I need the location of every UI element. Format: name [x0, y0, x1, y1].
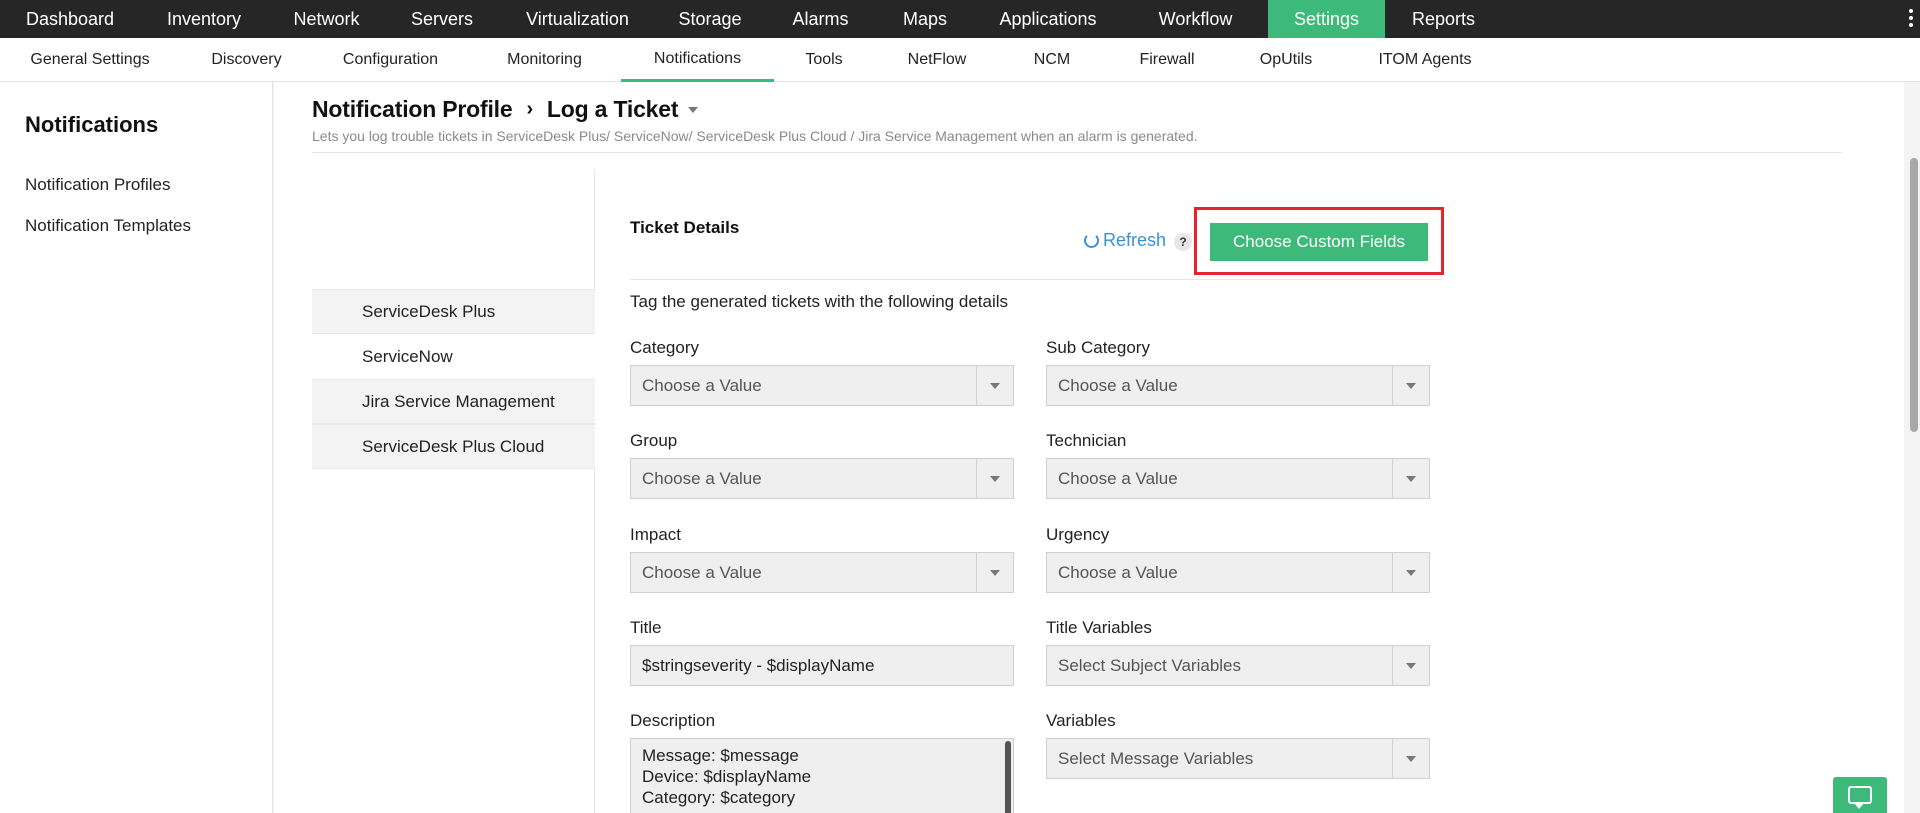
sub-nav-item-notifications[interactable]: Notifications [621, 38, 774, 82]
top-nav-item-settings[interactable]: Settings [1268, 0, 1385, 38]
title-label: Title [630, 618, 662, 637]
technician-label: Technician [1046, 431, 1127, 450]
title-variables-select[interactable]: Select Subject Variables [1046, 645, 1430, 686]
chat-button[interactable] [1833, 777, 1887, 813]
chevron-down-icon[interactable] [1392, 553, 1429, 592]
technician-value: Choose a Value [1058, 468, 1178, 488]
sidebar-link-notification-templates[interactable]: Notification Templates [25, 216, 191, 236]
group-label: Group [630, 431, 678, 450]
sub-nav-item-configuration[interactable]: Configuration [313, 38, 468, 82]
urgency-select[interactable]: Choose a Value [1046, 552, 1430, 593]
variables-select[interactable]: Select Message Variables [1046, 738, 1430, 779]
technician-select[interactable]: Choose a Value [1046, 458, 1430, 499]
category-label: Category [630, 338, 699, 357]
tab-jira-service-management[interactable]: Jira Service Management [312, 379, 595, 424]
impact-select[interactable]: Choose a Value [630, 552, 1014, 593]
caret-down-icon[interactable] [688, 106, 699, 113]
sub-category-value: Choose a Value [1058, 375, 1178, 395]
top-nav-item-applications[interactable]: Applications [973, 0, 1123, 38]
sub-nav-item-oputils[interactable]: OpUtils [1230, 38, 1342, 82]
variables-label: Variables [1046, 711, 1116, 730]
sub-nav-item-netflow[interactable]: NetFlow [874, 38, 1000, 82]
chevron-down-icon[interactable] [976, 366, 1013, 405]
impact-label: Impact [630, 525, 682, 544]
description-line: Device: $displayName [642, 767, 812, 786]
main-content: Notification Profile › Log a Ticket Lets… [274, 82, 1904, 813]
chevron-down-icon[interactable] [976, 459, 1013, 498]
textarea-scrollbar[interactable] [1005, 741, 1011, 813]
tagline: Tag the generated tickets with the follo… [630, 292, 1009, 311]
more-options-icon[interactable] [1906, 4, 1916, 32]
section-divider [630, 279, 1442, 280]
chevron-right-icon: › [526, 98, 533, 120]
chat-icon [1848, 786, 1872, 809]
sidebar-title: Notifications [25, 112, 159, 137]
top-nav-item-network[interactable]: Network [268, 0, 385, 38]
top-nav-item-inventory[interactable]: Inventory [140, 0, 268, 38]
sub-nav-item-firewall[interactable]: Firewall [1104, 38, 1230, 82]
sub-nav-item-tools[interactable]: Tools [774, 38, 874, 82]
sidebar-link-notification-profiles[interactable]: Notification Profiles [25, 175, 171, 195]
chevron-down-icon[interactable] [1392, 459, 1429, 498]
breadcrumb-current[interactable]: Log a Ticket [547, 96, 679, 123]
group-value: Choose a Value [642, 468, 762, 488]
chevron-down-icon[interactable] [1392, 739, 1429, 778]
category-value: Choose a Value [642, 375, 762, 395]
variables-value: Select Message Variables [1058, 748, 1254, 768]
chevron-down-icon[interactable] [1392, 646, 1429, 685]
refresh-button[interactable]: Refresh [1084, 230, 1166, 251]
sub-category-select[interactable]: Choose a Value [1046, 365, 1430, 406]
ticket-details-title: Ticket Details [630, 218, 740, 237]
help-icon[interactable]: ? [1174, 233, 1192, 251]
urgency-label: Urgency [1046, 525, 1110, 544]
top-nav-item-storage[interactable]: Storage [656, 0, 764, 38]
top-nav-item-servers[interactable]: Servers [385, 0, 499, 38]
impact-value: Choose a Value [642, 562, 762, 582]
page-subtitle: Lets you log trouble tickets in ServiceD… [312, 128, 1198, 144]
urgency-value: Choose a Value [1058, 562, 1178, 582]
title-variables-value: Select Subject Variables [1058, 655, 1242, 675]
top-nav-item-alarms[interactable]: Alarms [764, 0, 877, 38]
sub-nav-item-monitoring[interactable]: Monitoring [468, 38, 621, 82]
sub-nav-item-discovery[interactable]: Discovery [180, 38, 313, 82]
description-label: Description [630, 711, 716, 730]
refresh-icon [1084, 233, 1099, 248]
sub-nav-item-ncm[interactable]: NCM [1000, 38, 1104, 82]
choose-custom-fields-button[interactable]: Choose Custom Fields [1210, 223, 1428, 261]
top-nav-item-reports[interactable]: Reports [1385, 0, 1502, 38]
description-textarea[interactable]: Message: $message Device: $displayName C… [630, 738, 1014, 813]
category-select[interactable]: Choose a Value [630, 365, 1014, 406]
description-line: Category: $category [642, 788, 796, 807]
top-nav-item-maps[interactable]: Maps [877, 0, 973, 38]
top-nav-item-dashboard[interactable]: Dashboard [0, 0, 140, 38]
page-scrollbar[interactable] [1910, 158, 1918, 432]
sub-nav-item-general-settings[interactable]: General Settings [0, 38, 180, 82]
left-sidebar: Notifications Notification Profiles Noti… [0, 82, 273, 813]
header-divider [312, 152, 1842, 153]
tab-servicedesk-plus-cloud[interactable]: ServiceDesk Plus Cloud [312, 424, 595, 469]
chevron-down-icon[interactable] [976, 553, 1013, 592]
chevron-down-icon[interactable] [1392, 366, 1429, 405]
tab-servicedesk-plus[interactable]: ServiceDesk Plus [312, 289, 595, 334]
title-input[interactable]: $stringseverity - $displayName [630, 645, 1014, 686]
breadcrumb: Notification Profile › Log a Ticket [312, 96, 699, 123]
sub-category-label: Sub Category [1046, 338, 1150, 357]
top-nav-item-virtualization[interactable]: Virtualization [499, 0, 656, 38]
sub-nav: General Settings Discovery Configuration… [0, 38, 1920, 82]
sub-nav-item-itom-agents[interactable]: ITOM Agents [1342, 38, 1508, 82]
ticket-system-tabs: ServiceDesk Plus ServiceNow Jira Service… [312, 170, 595, 813]
refresh-label: Refresh [1103, 230, 1167, 250]
title-variables-label: Title Variables [1046, 618, 1152, 637]
top-nav-item-workflow[interactable]: Workflow [1123, 0, 1268, 38]
breadcrumb-root[interactable]: Notification Profile [312, 96, 513, 123]
tab-servicenow[interactable]: ServiceNow [312, 334, 595, 379]
description-line: Message: $message [642, 746, 799, 765]
group-select[interactable]: Choose a Value [630, 458, 1014, 499]
top-nav: Dashboard Inventory Network Servers Virt… [0, 0, 1920, 38]
